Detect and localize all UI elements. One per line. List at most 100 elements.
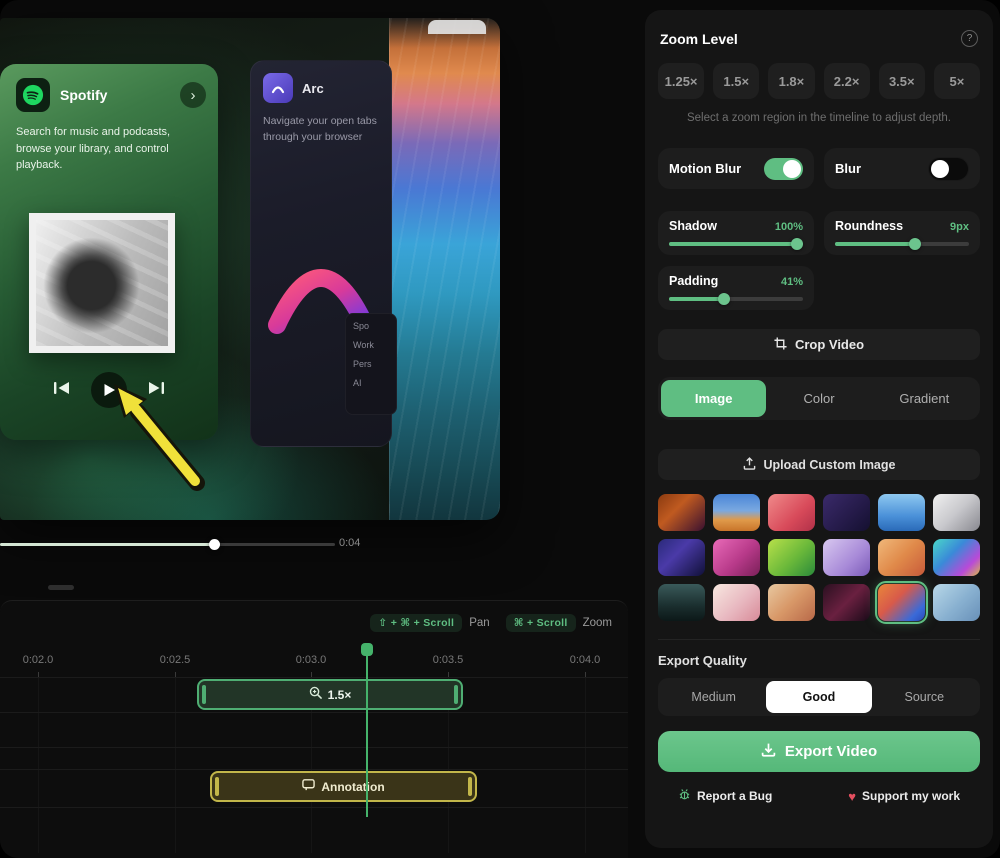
album-art bbox=[29, 213, 175, 353]
segment-resize-handle-right[interactable] bbox=[454, 685, 458, 704]
zoom-shortcut-label: Zoom bbox=[583, 617, 612, 629]
zoom-option-button[interactable]: 2.2× bbox=[824, 63, 870, 99]
pan-shortcut-badge: ⇧ + ⌘ + Scroll bbox=[370, 614, 462, 632]
zoom-option-button[interactable]: 1.5× bbox=[713, 63, 759, 99]
background-thumbnail[interactable] bbox=[878, 494, 925, 531]
panel-drag-handle[interactable] bbox=[48, 585, 74, 590]
padding-slider-card: Padding 41% bbox=[658, 266, 814, 310]
slider-knob[interactable] bbox=[909, 238, 921, 250]
background-thumbnail[interactable] bbox=[713, 539, 760, 576]
crop-icon bbox=[774, 337, 787, 353]
next-track-icon bbox=[147, 381, 165, 400]
background-thumbnail[interactable] bbox=[933, 494, 980, 531]
help-icon[interactable]: ? bbox=[961, 30, 978, 47]
slider-knob[interactable] bbox=[718, 293, 730, 305]
zoom-option-button[interactable]: 1.25× bbox=[658, 63, 704, 99]
quality-medium[interactable]: Medium bbox=[661, 681, 766, 713]
zoom-hint-text: Select a zoom region in the timeline to … bbox=[658, 112, 980, 124]
menu-item: AI bbox=[353, 378, 389, 388]
background-thumbnail[interactable] bbox=[823, 584, 870, 621]
slider-fill bbox=[669, 297, 724, 301]
background-thumbnail[interactable] bbox=[933, 584, 980, 621]
support-link[interactable]: ♥ Support my work bbox=[848, 789, 960, 804]
background-thumbnail[interactable] bbox=[933, 539, 980, 576]
crop-video-button[interactable]: Crop Video bbox=[658, 329, 980, 360]
background-thumbnail[interactable] bbox=[823, 494, 870, 531]
motion-blur-toggle[interactable] bbox=[764, 158, 803, 180]
background-thumbnail[interactable] bbox=[713, 584, 760, 621]
background-thumbnail[interactable] bbox=[658, 494, 705, 531]
tab-image[interactable]: Image bbox=[661, 380, 766, 417]
blur-toggle[interactable] bbox=[928, 157, 969, 181]
timeline-panel[interactable]: ⇧ + ⌘ + Scroll Pan ⌘ + Scroll Zoom 0:02.… bbox=[0, 600, 628, 858]
shadow-slider[interactable] bbox=[669, 242, 803, 246]
quality-good[interactable]: Good bbox=[766, 681, 871, 713]
video-preview-canvas[interactable]: Spotify › Search for music and podcasts,… bbox=[0, 18, 500, 520]
background-thumbnail-grid bbox=[658, 494, 980, 621]
background-thumbnail[interactable] bbox=[768, 539, 815, 576]
settings-sidebar: Zoom Level ? 1.25× 1.5× 1.8× 2.2× 3.5× 5… bbox=[645, 10, 993, 848]
scrubber-progress[interactable] bbox=[0, 543, 215, 546]
background-thumbnail[interactable] bbox=[823, 539, 870, 576]
export-quality-control: Medium Good Source bbox=[658, 678, 980, 716]
time-tick: 0:02.5 bbox=[160, 654, 191, 666]
background-thumbnail[interactable] bbox=[713, 494, 760, 531]
blur-label: Blur bbox=[835, 161, 861, 176]
report-bug-link[interactable]: Report a Bug bbox=[678, 788, 772, 804]
shadow-slider-card: Shadow 100% bbox=[658, 211, 814, 255]
zoom-option-button[interactable]: 3.5× bbox=[879, 63, 925, 99]
time-tick: 0:04.0 bbox=[570, 654, 601, 666]
scrubber-track[interactable] bbox=[215, 543, 335, 546]
upload-custom-image-button[interactable]: Upload Custom Image bbox=[658, 449, 980, 480]
desktop-wallpaper bbox=[389, 18, 500, 520]
spotify-card: Spotify › Search for music and podcasts,… bbox=[0, 64, 218, 440]
tab-color[interactable]: Color bbox=[766, 380, 871, 417]
scrubber-knob[interactable] bbox=[209, 539, 220, 550]
pan-shortcut-label: Pan bbox=[469, 617, 489, 629]
arc-description: Navigate your open tabs through your bro… bbox=[251, 103, 391, 146]
chevron-right-icon: › bbox=[180, 82, 206, 108]
time-tick: 0:02.0 bbox=[23, 654, 54, 666]
padding-slider[interactable] bbox=[669, 297, 803, 301]
roundness-slider[interactable] bbox=[835, 242, 969, 246]
background-thumbnail[interactable] bbox=[768, 584, 815, 621]
timeline-annotation-segment[interactable]: Annotation bbox=[210, 771, 477, 802]
menu-item: Pers bbox=[353, 359, 389, 369]
segment-resize-handle-left[interactable] bbox=[215, 777, 219, 796]
segment-resize-handle-right[interactable] bbox=[468, 777, 472, 796]
track-separator bbox=[0, 677, 628, 678]
background-thumbnail[interactable] bbox=[878, 539, 925, 576]
zoom-option-button[interactable]: 1.8× bbox=[768, 63, 814, 99]
slider-knob[interactable] bbox=[791, 238, 803, 250]
shadow-label: Shadow bbox=[669, 219, 717, 233]
menu-item: Spo bbox=[353, 321, 389, 331]
track-separator bbox=[0, 747, 628, 748]
toggle-knob bbox=[931, 160, 949, 178]
play-button bbox=[91, 372, 127, 408]
track-separator bbox=[0, 712, 628, 713]
background-thumbnail[interactable] bbox=[658, 539, 705, 576]
quality-source[interactable]: Source bbox=[872, 681, 977, 713]
background-thumbnail[interactable] bbox=[658, 584, 705, 621]
zoom-segment-label: 1.5× bbox=[328, 688, 352, 702]
playhead-handle[interactable] bbox=[361, 643, 373, 656]
timeline-shortcut-hints: ⇧ + ⌘ + Scroll Pan ⌘ + Scroll Zoom bbox=[370, 614, 612, 632]
tab-gradient[interactable]: Gradient bbox=[872, 380, 977, 417]
padding-label: Padding bbox=[669, 274, 718, 288]
upload-icon bbox=[743, 457, 756, 473]
background-window-edge bbox=[428, 20, 486, 34]
segment-resize-handle-left[interactable] bbox=[202, 685, 206, 704]
zoom-option-button[interactable]: 5× bbox=[934, 63, 980, 99]
export-video-label: Export Video bbox=[785, 743, 877, 760]
background-thumbnail[interactable] bbox=[768, 494, 815, 531]
magnifier-zoom-icon bbox=[309, 686, 322, 704]
motion-blur-card: Motion Blur bbox=[658, 148, 814, 189]
background-thumbnail-selected[interactable] bbox=[878, 584, 925, 621]
timeline-gridline bbox=[38, 678, 39, 853]
playhead-line[interactable] bbox=[366, 647, 368, 817]
zoom-level-options: 1.25× 1.5× 1.8× 2.2× 3.5× 5× bbox=[658, 63, 980, 99]
timeline-zoom-segment[interactable]: 1.5× bbox=[197, 679, 463, 710]
export-video-button[interactable]: Export Video bbox=[658, 731, 980, 772]
arc-logo-icon bbox=[263, 73, 293, 103]
timeline-gridline bbox=[175, 678, 176, 853]
